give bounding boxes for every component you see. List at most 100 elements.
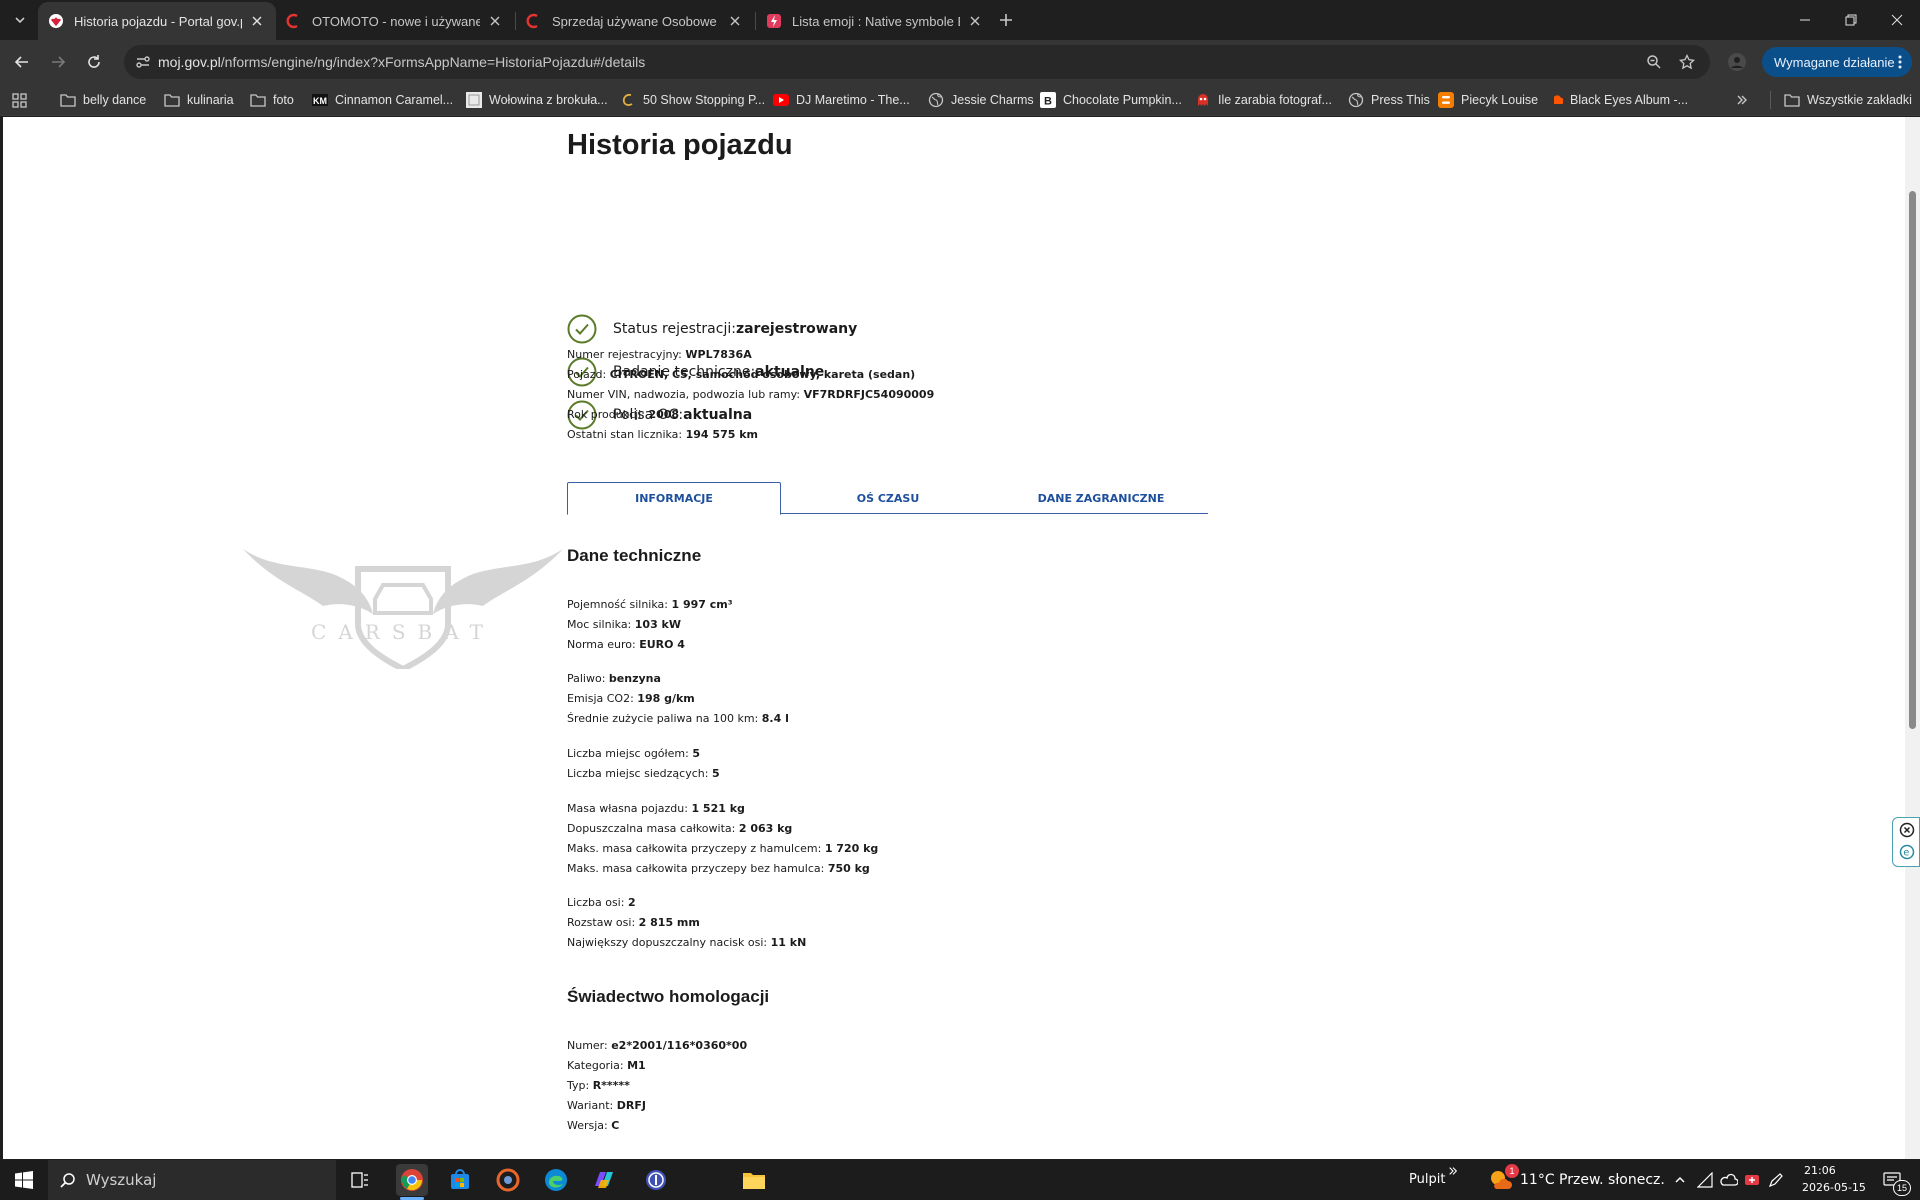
field-label: Paliwo: — [567, 672, 609, 685]
address-bar[interactable]: moj.gov.pl/nforms/engine/ng/index?xForms… — [124, 45, 1710, 79]
tech-field: Masa własna pojazdu: 1 521 kg — [567, 802, 745, 815]
browser-tab-historia[interactable]: Historia pojazdu - Portal gov.pl — [38, 2, 276, 40]
taskbar-search[interactable]: Wyszukaj — [48, 1160, 336, 1200]
taskbar-chrome[interactable] — [396, 1164, 428, 1196]
restore-button[interactable] — [1828, 0, 1874, 40]
tab-os-czasu[interactable]: OŚ CZASU — [781, 482, 995, 515]
field-value: 2008 — [648, 408, 680, 421]
bookmark-belly-dance[interactable]: belly dance — [60, 90, 146, 110]
bookmark-kulinaria[interactable]: kulinaria — [164, 90, 234, 110]
desktop-label[interactable]: Pulpit — [1409, 1172, 1445, 1187]
minimize-button[interactable] — [1782, 0, 1828, 40]
bookmark-press-this[interactable]: Press This — [1348, 90, 1430, 110]
tab-informacje[interactable]: INFORMACJE — [567, 482, 781, 515]
browser-tab-sprzedaj[interactable]: Sprzedaj używane Osobowe | O — [516, 2, 754, 40]
bookmark-ile-zarabia[interactable]: Ile zarabia fotograf... — [1195, 90, 1332, 110]
forward-button[interactable] — [44, 48, 72, 76]
bookmark-piecyk-louise[interactable]: Piecyk Louise — [1438, 90, 1538, 110]
windows-taskbar: Wyszukaj Pulpit 1 11°C Przew. słonecz. 2… — [0, 1160, 1920, 1200]
bookmark-label: Press This — [1371, 93, 1430, 107]
more-bookmarks-button[interactable] — [1736, 90, 1748, 110]
eagle-icon — [48, 13, 64, 29]
side-widget[interactable]: e — [1892, 817, 1920, 867]
field-label: Moc silnika: — [567, 618, 635, 631]
homolog-field: Kategoria: M1 — [567, 1059, 646, 1072]
vehicle-field: Rok produkcji: 2008 — [567, 405, 934, 425]
bookmark-dj-maretimo[interactable]: DJ Maretimo - The... — [773, 90, 910, 110]
clock-time[interactable]: 21:06 — [1804, 1164, 1836, 1177]
taskbar-app-orange[interactable] — [492, 1164, 524, 1196]
clock-date[interactable]: 2026-05-15 — [1802, 1181, 1866, 1194]
taskbar-m365[interactable] — [588, 1164, 620, 1196]
zoom-button[interactable] — [1644, 52, 1664, 72]
double-chevron-icon[interactable] — [1448, 1166, 1458, 1176]
all-bookmarks-button[interactable]: Wszystkie zakładki — [1784, 90, 1912, 110]
close-icon[interactable] — [486, 12, 504, 30]
bookmark-50-show[interactable]: 50 Show Stopping P... — [620, 90, 765, 110]
scrollbar-thumb[interactable] — [1909, 191, 1916, 729]
folder-icon — [60, 92, 76, 108]
close-icon[interactable] — [248, 12, 266, 30]
site-info-icon[interactable] — [134, 53, 152, 71]
page-viewport: CARSBAT Historia pojazdu Status rejestra… — [3, 117, 1905, 1159]
bookmark-jessie-charms[interactable]: Jessie Charms — [928, 90, 1034, 110]
browser-tab-otomoto[interactable]: OTOMOTO - nowe i używane sa — [276, 2, 514, 40]
bookmark-foto[interactable]: foto — [250, 90, 294, 110]
bookmark-star-button[interactable] — [1677, 52, 1697, 72]
field-value: 2 063 kg — [738, 822, 793, 835]
vehicle-field: Numer VIN, nadwozia, podwozia lub ramy: … — [567, 385, 934, 405]
carsbat-watermark: CARSBAT — [243, 549, 563, 669]
back-button[interactable] — [8, 48, 36, 76]
tech-field: Liczba miejsc siedzących: 5 — [567, 767, 720, 780]
weather-text[interactable]: 11°C Przew. słonecz. — [1520, 1172, 1665, 1188]
page-scrollbar[interactable] — [1905, 117, 1920, 1159]
apps-button[interactable] — [12, 90, 27, 110]
close-icon[interactable] — [966, 12, 984, 30]
pen-icon[interactable] — [1768, 1172, 1784, 1188]
network-icon[interactable] — [1697, 1172, 1713, 1188]
tab-dane-zagraniczne[interactable]: DANE ZAGRANICZNE — [994, 482, 1208, 515]
bookmark-cinnamon[interactable]: KM Cinnamon Caramel... — [312, 90, 453, 110]
bookmark-wolowina[interactable]: Wołowina z brokuła... — [466, 90, 608, 110]
close-icon[interactable] — [726, 12, 744, 30]
security-icon[interactable] — [1744, 1172, 1760, 1188]
bookmark-label: Cinnamon Caramel... — [335, 93, 454, 107]
homolog-field: Numer: e2*2001/116*0360*00 — [567, 1039, 747, 1052]
tech-field: Moc silnika: 103 kW — [567, 618, 681, 631]
start-button[interactable] — [8, 1164, 40, 1196]
taskbar-1password[interactable] — [640, 1164, 672, 1196]
onedrive-icon[interactable] — [1720, 1172, 1738, 1188]
field-label: Średnie zużycie paliwa na 100 km: — [567, 712, 762, 725]
field-label: Norma euro: — [567, 638, 640, 651]
field-value: R***** — [592, 1079, 630, 1092]
field-label: Masa własna pojazdu: — [567, 802, 692, 815]
e-circle-icon[interactable]: e — [1899, 844, 1915, 860]
field-label: Kategoria: — [567, 1059, 628, 1072]
b-icon: B — [1040, 92, 1056, 108]
field-label: Liczba osi: — [567, 896, 628, 909]
required-action-button[interactable]: Wymagane działanie — [1762, 47, 1912, 77]
task-view-button[interactable] — [344, 1164, 376, 1196]
field-label: Pojazd: — [567, 368, 610, 381]
bookmark-chocolate-pumpkin[interactable]: B Chocolate Pumpkin... — [1040, 90, 1182, 110]
field-label: Wariant: — [567, 1099, 617, 1112]
tab-search-button[interactable] — [8, 8, 32, 32]
profile-button[interactable] — [1723, 48, 1751, 76]
bookmark-black-eyes[interactable]: Black Eyes Album -... — [1547, 90, 1688, 110]
reload-button[interactable] — [80, 48, 108, 76]
tab-strip: Historia pojazdu - Portal gov.pl OTOMOTO… — [0, 0, 1920, 40]
field-value: 2 815 mm — [638, 916, 700, 929]
taskbar-explorer[interactable] — [738, 1164, 770, 1196]
taskbar-store[interactable] — [444, 1164, 476, 1196]
restore-icon — [1845, 14, 1857, 26]
vehicle-field: Ostatni stan licznika: 194 575 km — [567, 425, 934, 445]
new-tab-button[interactable] — [994, 8, 1018, 32]
chevron-up-icon[interactable] — [1674, 1174, 1686, 1186]
close-circle-icon[interactable] — [1899, 822, 1915, 838]
minimize-icon — [1800, 19, 1810, 21]
field-value: 5 — [711, 767, 720, 780]
browser-tab-emoji[interactable]: Lista emoji : Native symbole Em — [756, 2, 994, 40]
close-window-button[interactable] — [1874, 0, 1920, 40]
taskbar-edge[interactable] — [540, 1164, 572, 1196]
field-value: 103 kW — [634, 618, 682, 631]
